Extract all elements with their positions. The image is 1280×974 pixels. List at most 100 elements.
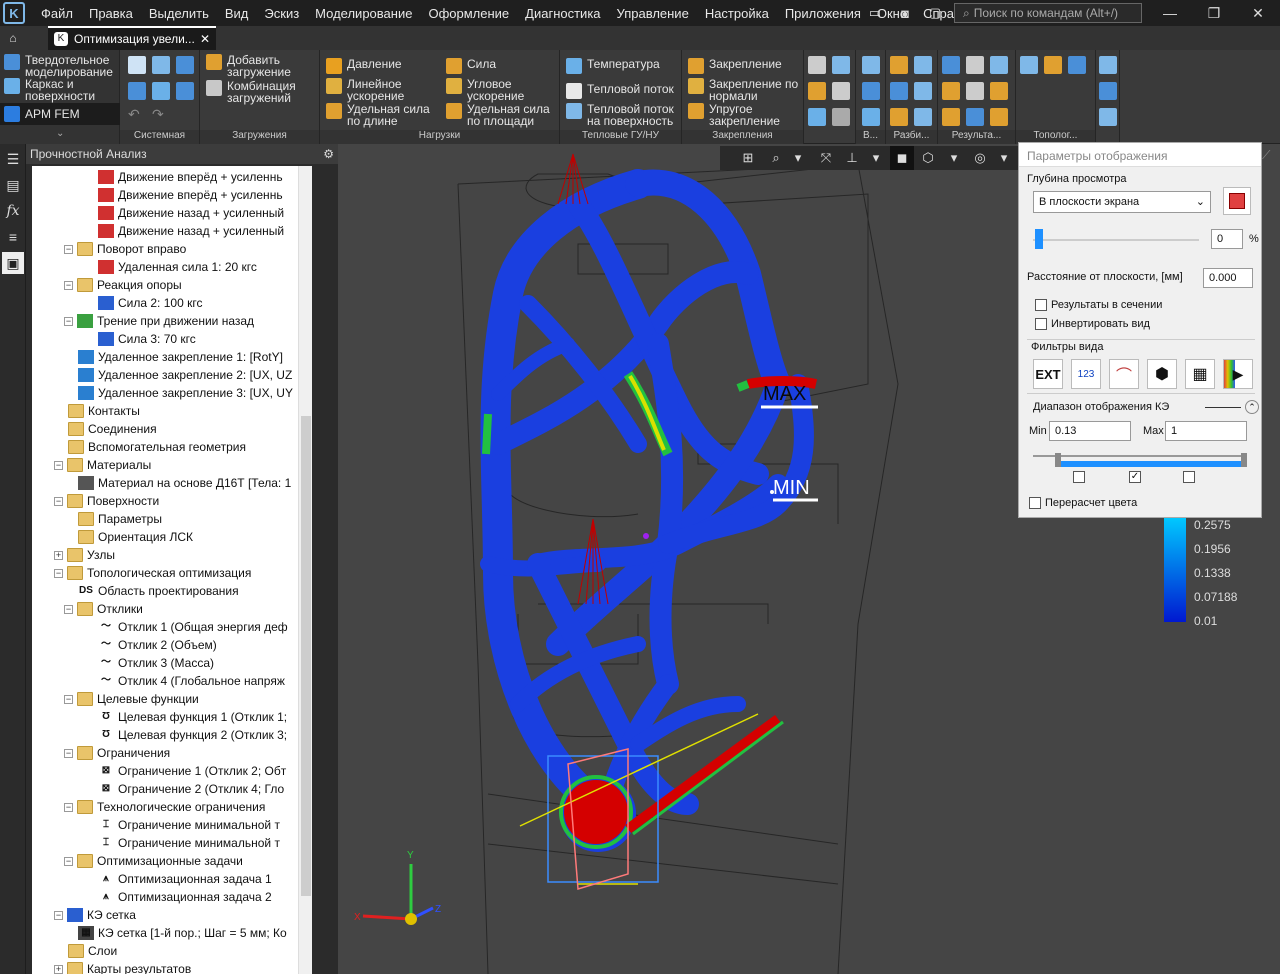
tree-item[interactable]: ⊠ Ограничение 2 (Отклик 4; Гло	[98, 780, 284, 798]
menu-file[interactable]: Файл	[33, 6, 81, 21]
angular-acc-button[interactable]: Угловое ускорение	[446, 78, 556, 102]
scroll-thumb[interactable]	[301, 416, 311, 896]
axes-icon[interactable]: ⊥	[840, 146, 864, 170]
tree-item[interactable]: Сила 2: 100 кгс	[98, 294, 202, 312]
tree-item[interactable]: Ориентация ЛСК	[78, 528, 193, 546]
tool-icon[interactable]	[862, 56, 880, 74]
tool-icon[interactable]	[832, 56, 850, 74]
command-search-input[interactable]: ⌕ Поиск по командам (Alt+/)	[954, 3, 1142, 23]
hide-icon[interactable]: ◎	[968, 146, 992, 170]
menu-settings[interactable]: Настройка	[697, 6, 777, 21]
range-slider-min-thumb[interactable]	[1055, 453, 1061, 467]
chevron-down-icon[interactable]: ▾	[786, 146, 810, 170]
tool-icon[interactable]	[1068, 56, 1086, 74]
surface-flux-button[interactable]: Тепловой поток на поверхность	[566, 103, 682, 127]
view-orient-icon[interactable]: ⊞	[736, 146, 760, 170]
tree-item[interactable]: Движение вперёд + усиленнь	[98, 186, 283, 204]
print-icon[interactable]	[128, 82, 146, 100]
tree-item[interactable]: − Реакция опоры	[64, 276, 182, 294]
tree-item[interactable]: ⊠ Ограничение 1 (Отклик 2; Обт	[98, 762, 286, 780]
load-combination-button[interactable]: Комбинация загружений	[206, 80, 318, 104]
tree-item[interactable]: Ʊ Целевая функция 1 (Отклик 1;	[98, 708, 287, 726]
tree-item[interactable]: Движение вперёд + усиленнь	[98, 168, 283, 186]
range-slider-max-thumb[interactable]	[1241, 453, 1247, 467]
tool-icon[interactable]	[862, 108, 880, 126]
frame-surface-button[interactable]: Каркас и поверхности	[4, 78, 120, 102]
collapse-up-icon[interactable]: ⌃	[1245, 400, 1259, 414]
minimize-button[interactable]: —	[1148, 0, 1192, 26]
max-field[interactable]: 1	[1165, 421, 1247, 441]
menu-diagnostics[interactable]: Диагностика	[517, 6, 608, 21]
expand-toggle-icon[interactable]: −	[64, 604, 73, 614]
undo-icon[interactable]: ↶	[128, 106, 140, 123]
gear-icon[interactable]: ⚙	[323, 147, 334, 161]
menu-control[interactable]: Управление	[609, 6, 697, 21]
tree-item[interactable]: ⩚ Оптимизационная задача 1	[98, 870, 272, 888]
tree-item[interactable]: Движение назад + усиленный	[98, 222, 284, 240]
tree-item[interactable]: 〜 Отклик 2 (Объем)	[98, 636, 217, 654]
redo-icon[interactable]: ↷	[152, 106, 164, 123]
save-as-icon[interactable]	[176, 82, 194, 100]
filter-ext-button[interactable]: EXT	[1033, 359, 1063, 389]
list-icon[interactable]: ▤	[2, 174, 24, 196]
tree-item[interactable]: − Оптимизационные задачи	[64, 852, 243, 870]
tool-icon[interactable]	[808, 82, 826, 100]
tree-item[interactable]: 〜 Отклик 1 (Общая энергия деф	[98, 618, 288, 636]
tree-item[interactable]: − КЭ сетка	[54, 906, 136, 924]
tree-item[interactable]: Сила 3: 70 кгс	[98, 330, 196, 348]
filter-123-button[interactable]: 123	[1071, 359, 1101, 389]
tool-icon[interactable]	[862, 82, 880, 100]
menu-view[interactable]: Вид	[217, 6, 257, 21]
tree-item[interactable]: − Отклики	[64, 600, 143, 618]
menu-modeling[interactable]: Моделирование	[307, 6, 420, 21]
layers-icon[interactable]: ≡	[2, 226, 24, 248]
expand-toggle-icon[interactable]: −	[64, 694, 73, 704]
copy-icon[interactable]	[152, 82, 170, 100]
screenshot-icon[interactable]: ◙	[894, 4, 916, 22]
layout-icon[interactable]: ▭	[864, 4, 886, 22]
recalc-checkbox[interactable]	[1029, 497, 1041, 509]
tool-icon[interactable]	[990, 108, 1008, 126]
rotate-icon[interactable]: ⤧	[814, 146, 838, 170]
expand-toggle-icon[interactable]: −	[64, 316, 73, 326]
tool-icon[interactable]	[832, 108, 850, 126]
chevron-down-icon[interactable]: ▾	[992, 146, 1016, 170]
depth-percent-field[interactable]: 0	[1211, 229, 1243, 249]
tree-item[interactable]: ▦ КЭ сетка [1-й пор.; Шаг = 5 мм; Ко	[78, 924, 287, 942]
filter-grid-icon[interactable]: ▦	[1185, 359, 1215, 389]
tree-item[interactable]: Параметры	[78, 510, 162, 528]
restore-button[interactable]: ❐	[1192, 0, 1236, 26]
tree-item[interactable]: DS Область проектирования	[78, 582, 239, 600]
tree-item[interactable]: 〜 Отклик 4 (Глобальное напряж	[98, 672, 285, 690]
tool-icon[interactable]	[914, 108, 932, 126]
tree-scrollbar[interactable]	[298, 166, 312, 974]
range-checkbox-3[interactable]	[1183, 471, 1195, 483]
expand-toggle-icon[interactable]: −	[54, 496, 63, 506]
tool-icon[interactable]	[966, 82, 984, 100]
expand-toggle-icon[interactable]: −	[54, 568, 63, 578]
app-logo-icon[interactable]: K	[3, 2, 25, 24]
expand-toggle-icon[interactable]: −	[64, 280, 73, 290]
tree-item[interactable]: Удаленное закрепление 1: [RotY]	[78, 348, 283, 366]
tree-item[interactable]: ⩚ Оптимизационная задача 2	[98, 888, 272, 906]
new-icon[interactable]	[128, 56, 146, 74]
expand-toggle-icon[interactable]: −	[54, 460, 63, 470]
tree-item[interactable]: ⌶ Ограничение минимальной т	[98, 834, 280, 852]
tree-item[interactable]: Слои	[68, 942, 117, 960]
pin-icon[interactable]: ⟋	[1262, 148, 1270, 163]
expand-toggle-icon[interactable]: −	[64, 748, 73, 758]
tree-item[interactable]: − Топологическая оптимизация	[54, 564, 251, 582]
open-icon[interactable]	[152, 56, 170, 74]
tool-icon[interactable]	[966, 56, 984, 74]
tool-icon[interactable]	[1099, 56, 1117, 74]
tree-item[interactable]: Соединения	[68, 420, 157, 438]
filter-contour-icon[interactable]: ⌒	[1109, 359, 1139, 389]
tree-item[interactable]: − Ограничения	[64, 744, 170, 762]
min-field[interactable]: 0.13	[1049, 421, 1131, 441]
tool-icon[interactable]	[914, 82, 932, 100]
force-button[interactable]: Сила	[446, 58, 496, 74]
range-slider-track[interactable]	[1033, 455, 1247, 457]
tool-icon[interactable]	[808, 108, 826, 126]
cube-view-button[interactable]	[1223, 187, 1251, 215]
tree-item[interactable]: Ʊ Целевая функция 2 (Отклик 3;	[98, 726, 287, 744]
